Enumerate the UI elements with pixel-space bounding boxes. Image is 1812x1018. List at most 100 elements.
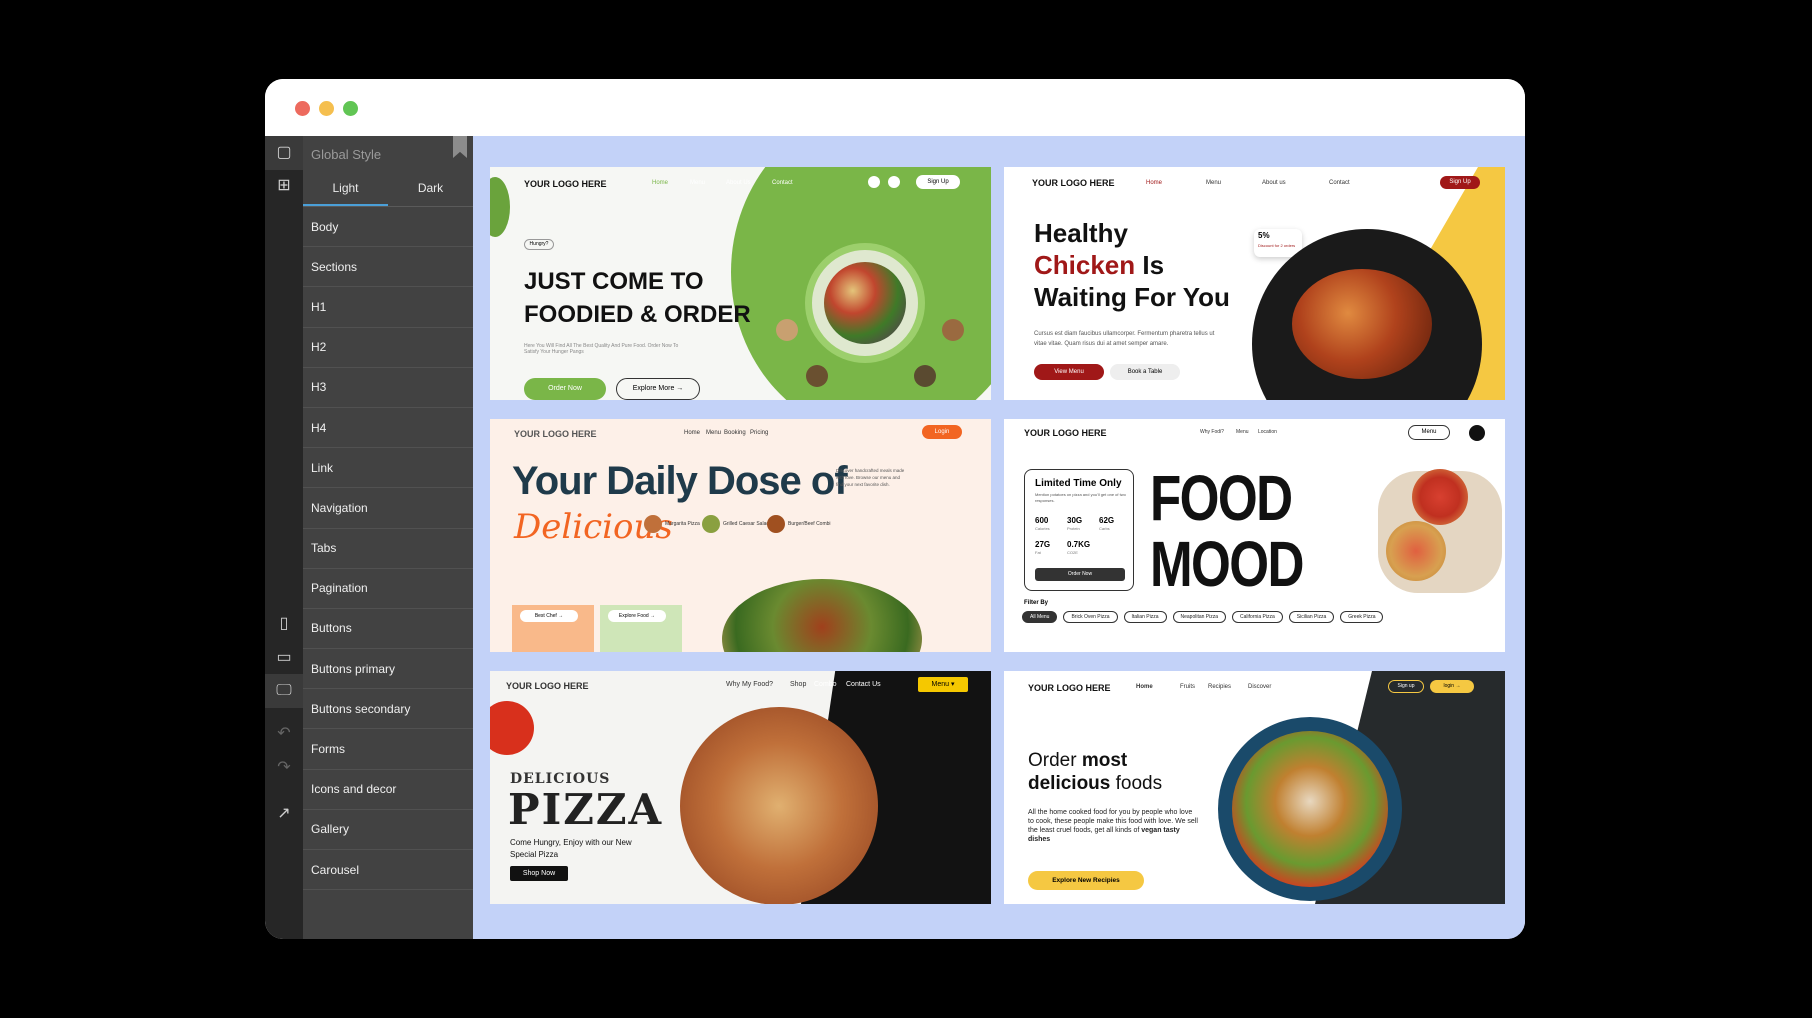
- nav-contact[interactable]: Contact: [772, 180, 793, 186]
- signup-button[interactable]: Sign Up: [1440, 176, 1480, 189]
- nav-discover[interactable]: Discover: [1248, 684, 1271, 690]
- best-chef-chip[interactable]: Best Chef →: [520, 610, 578, 622]
- tomato-decor: [490, 701, 534, 755]
- filter-chip[interactable]: Italian Pizza: [1123, 611, 1167, 623]
- shop-now-button[interactable]: Shop Now: [510, 866, 568, 881]
- login-button[interactable]: Login: [922, 425, 962, 439]
- order-now-button[interactable]: Order Now: [1035, 568, 1125, 581]
- template-card-daily-dose[interactable]: YOUR LOGO HERE Home Menu Booking Pricing…: [490, 419, 991, 652]
- cart-icon[interactable]: [1424, 179, 1432, 187]
- nav-menu[interactable]: Menu: [1236, 429, 1249, 435]
- nav-contact[interactable]: Contact: [1329, 180, 1350, 186]
- filter-chip[interactable]: All Menu: [1022, 611, 1058, 623]
- undo-icon[interactable]: ↶: [274, 724, 294, 744]
- style-menu-item[interactable]: Buttons secondary: [303, 689, 473, 730]
- global-style-icon[interactable]: ▢: [265, 136, 303, 170]
- nav-recipies[interactable]: Recipies: [1208, 684, 1231, 690]
- style-menu-item[interactable]: Forms: [303, 729, 473, 770]
- search-icon[interactable]: [1469, 425, 1485, 441]
- style-menu-item[interactable]: Body: [303, 207, 473, 248]
- style-menu-item[interactable]: Gallery: [303, 810, 473, 850]
- filter-label: Filter By: [1024, 600, 1049, 606]
- order-now-button[interactable]: Order Now: [524, 378, 606, 400]
- nav-home[interactable]: Home: [1146, 180, 1162, 186]
- style-menu-item[interactable]: H1: [303, 287, 473, 328]
- nav-home[interactable]: Home: [652, 180, 668, 186]
- book-table-button[interactable]: Book a Table: [1110, 364, 1180, 380]
- maximize-window-button[interactable]: [343, 101, 358, 116]
- template-card-pizza[interactable]: YOUR LOGO HERE Why My Food? Shop Combo C…: [490, 671, 991, 904]
- nav-home[interactable]: Home: [684, 430, 700, 436]
- filter-chip[interactable]: Sicilian Pizza: [1288, 611, 1335, 623]
- filter-chip[interactable]: Neapolitan Pizza: [1172, 611, 1227, 623]
- filter-chip[interactable]: California Pizza: [1232, 611, 1283, 623]
- tab-dark[interactable]: Dark: [388, 171, 473, 206]
- style-menu-item[interactable]: Buttons: [303, 609, 473, 650]
- app-window: ▢ ⊞ ▯ ▭ 🖵 ↶ ↷ ↗ Global Style Light Dark …: [265, 79, 1525, 939]
- style-menu-item[interactable]: Pagination: [303, 569, 473, 609]
- hero-title-highlight: Chicken: [1034, 250, 1136, 280]
- add-section-icon[interactable]: ⊞: [274, 176, 294, 196]
- view-menu-button[interactable]: View Menu: [1034, 364, 1104, 380]
- logo: YOUR LOGO HERE: [506, 681, 589, 691]
- nav-combo[interactable]: Combo: [814, 681, 837, 688]
- nav-home[interactable]: Home: [1136, 684, 1153, 690]
- style-menu-item[interactable]: Icons and decor: [303, 770, 473, 810]
- nav-contact[interactable]: Contact Us: [846, 681, 881, 688]
- desktop-view-icon[interactable]: 🖵: [265, 674, 303, 708]
- bookmark-icon[interactable]: [453, 136, 467, 158]
- nav-menu[interactable]: Menu: [690, 180, 705, 186]
- style-menu-item[interactable]: Tabs: [303, 529, 473, 569]
- style-menu-item[interactable]: H4: [303, 408, 473, 449]
- nav-shop[interactable]: Shop: [790, 681, 806, 688]
- nav-menu[interactable]: Menu: [1206, 180, 1221, 186]
- style-menu-item[interactable]: Link: [303, 448, 473, 489]
- style-menu-item[interactable]: H3: [303, 368, 473, 408]
- menu-dropdown[interactable]: Menu ▾: [918, 677, 968, 692]
- hero-title-bold: delicious: [1028, 773, 1111, 794]
- template-card-foodied[interactable]: YOUR LOGO HERE Home Menu About Us Contac…: [490, 167, 991, 400]
- nav-menu[interactable]: Menu: [706, 430, 721, 436]
- nav-pricing[interactable]: Pricing: [750, 430, 768, 436]
- style-menu-item[interactable]: H2: [303, 328, 473, 368]
- template-card-chicken[interactable]: YOUR LOGO HERE Home Menu About us Contac…: [1004, 167, 1505, 400]
- side-dish-image: [942, 319, 964, 341]
- style-menu-item[interactable]: Carousel: [303, 850, 473, 891]
- explore-more-button[interactable]: Explore More →: [616, 378, 700, 400]
- filter-chip[interactable]: Greek Pizza: [1340, 611, 1384, 623]
- search-icon[interactable]: [868, 176, 880, 188]
- cart-icon[interactable]: [888, 176, 900, 188]
- explore-food-chip[interactable]: Explore Food →: [608, 610, 666, 622]
- nav-why[interactable]: Why Fodi?: [1200, 429, 1224, 435]
- hero-title-line-3: Waiting For You: [1034, 282, 1230, 312]
- nav-about[interactable]: About us: [1262, 180, 1286, 186]
- menu-button[interactable]: Menu: [1408, 425, 1450, 440]
- tab-light[interactable]: Light: [303, 171, 388, 206]
- style-menu-item[interactable]: Buttons primary: [303, 649, 473, 690]
- stat-label: Carbs: [1099, 526, 1110, 531]
- explore-recipies-button[interactable]: Explore New Recipies: [1028, 871, 1144, 890]
- nav-fruits[interactable]: Fruits: [1180, 684, 1195, 690]
- template-card-food-mood[interactable]: YOUR LOGO HERE Why Fodi? Menu Location M…: [1004, 419, 1505, 652]
- nav-about[interactable]: About Us: [726, 180, 751, 186]
- hero-subtitle: Here You Will Find All The Best Quality …: [524, 343, 679, 355]
- mobile-view-icon[interactable]: ▯: [274, 614, 294, 634]
- minimize-window-button[interactable]: [319, 101, 334, 116]
- close-window-button[interactable]: [295, 101, 310, 116]
- nav-booking[interactable]: Booking: [724, 430, 746, 436]
- tablet-view-icon[interactable]: ▭: [274, 648, 294, 668]
- external-link-icon[interactable]: ↗: [274, 804, 294, 824]
- filter-chip[interactable]: Brick Oven Pizza: [1063, 611, 1118, 623]
- template-card-order-most[interactable]: YOUR LOGO HERE Home Fruits Recipies Disc…: [1004, 671, 1505, 904]
- pizza-title: PIZZA: [508, 785, 664, 834]
- redo-icon[interactable]: ↷: [274, 758, 294, 778]
- signup-button[interactable]: Sign up: [1388, 680, 1424, 693]
- signup-button[interactable]: Sign Up: [916, 175, 960, 189]
- taco-salad-image: [722, 579, 922, 652]
- nav-why[interactable]: Why My Food?: [726, 681, 773, 688]
- pizza-image: [680, 707, 878, 904]
- nav-location[interactable]: Location: [1258, 429, 1277, 435]
- style-menu-item[interactable]: Sections: [303, 247, 473, 288]
- style-menu-item[interactable]: Navigation: [303, 488, 473, 529]
- login-button[interactable]: login →: [1430, 680, 1474, 693]
